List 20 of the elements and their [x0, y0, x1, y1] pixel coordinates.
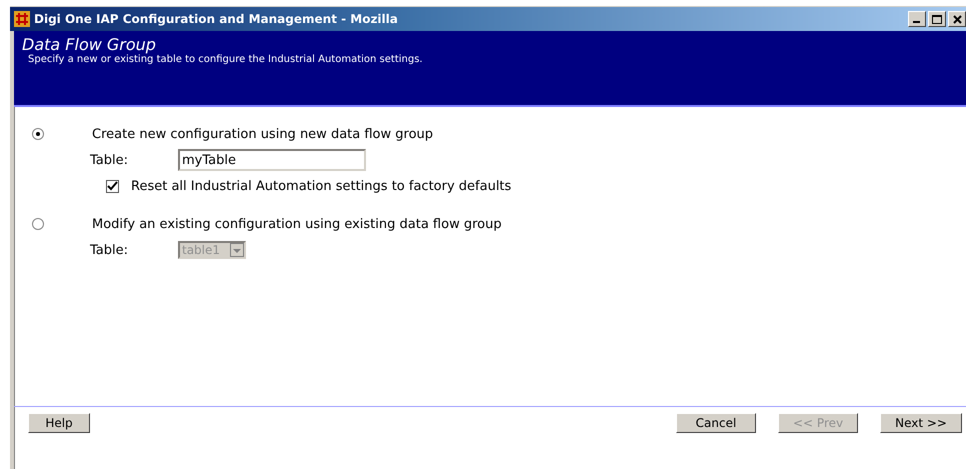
option-label: Create new configuration using new data flow group: [92, 126, 434, 142]
maximize-icon: [932, 14, 942, 24]
wizard-button[interactable]: Cancel: [676, 413, 756, 433]
field-label: Table:: [90, 152, 129, 168]
page-subtitle: Specify a new or existing table to configure the Industrial Automation settings.: [27, 54, 424, 65]
close-button[interactable]: [948, 11, 966, 27]
option-label: Modify an existing configuration using existing data flow group: [92, 216, 502, 232]
minimize-button[interactable]: [908, 11, 926, 27]
close-icon: [952, 14, 962, 24]
app-icon: [14, 11, 30, 27]
checkbox-label: Reset all Industrial Automation settings to factory defaults: [131, 178, 512, 194]
radio-button[interactable]: [32, 128, 44, 140]
field-label: Table:: [90, 242, 129, 258]
page-title: Data Flow Group: [22, 35, 157, 54]
window-title: Digi One IAP Configuration and Management - Mozilla: [34, 12, 399, 26]
maximize-button[interactable]: [928, 11, 946, 27]
wizard-button[interactable]: Help: [28, 413, 90, 433]
wizard-button[interactable]: Next >>: [880, 413, 962, 433]
table-input-field[interactable]: myTable: [178, 149, 366, 171]
checkbox[interactable]: [106, 180, 119, 192]
